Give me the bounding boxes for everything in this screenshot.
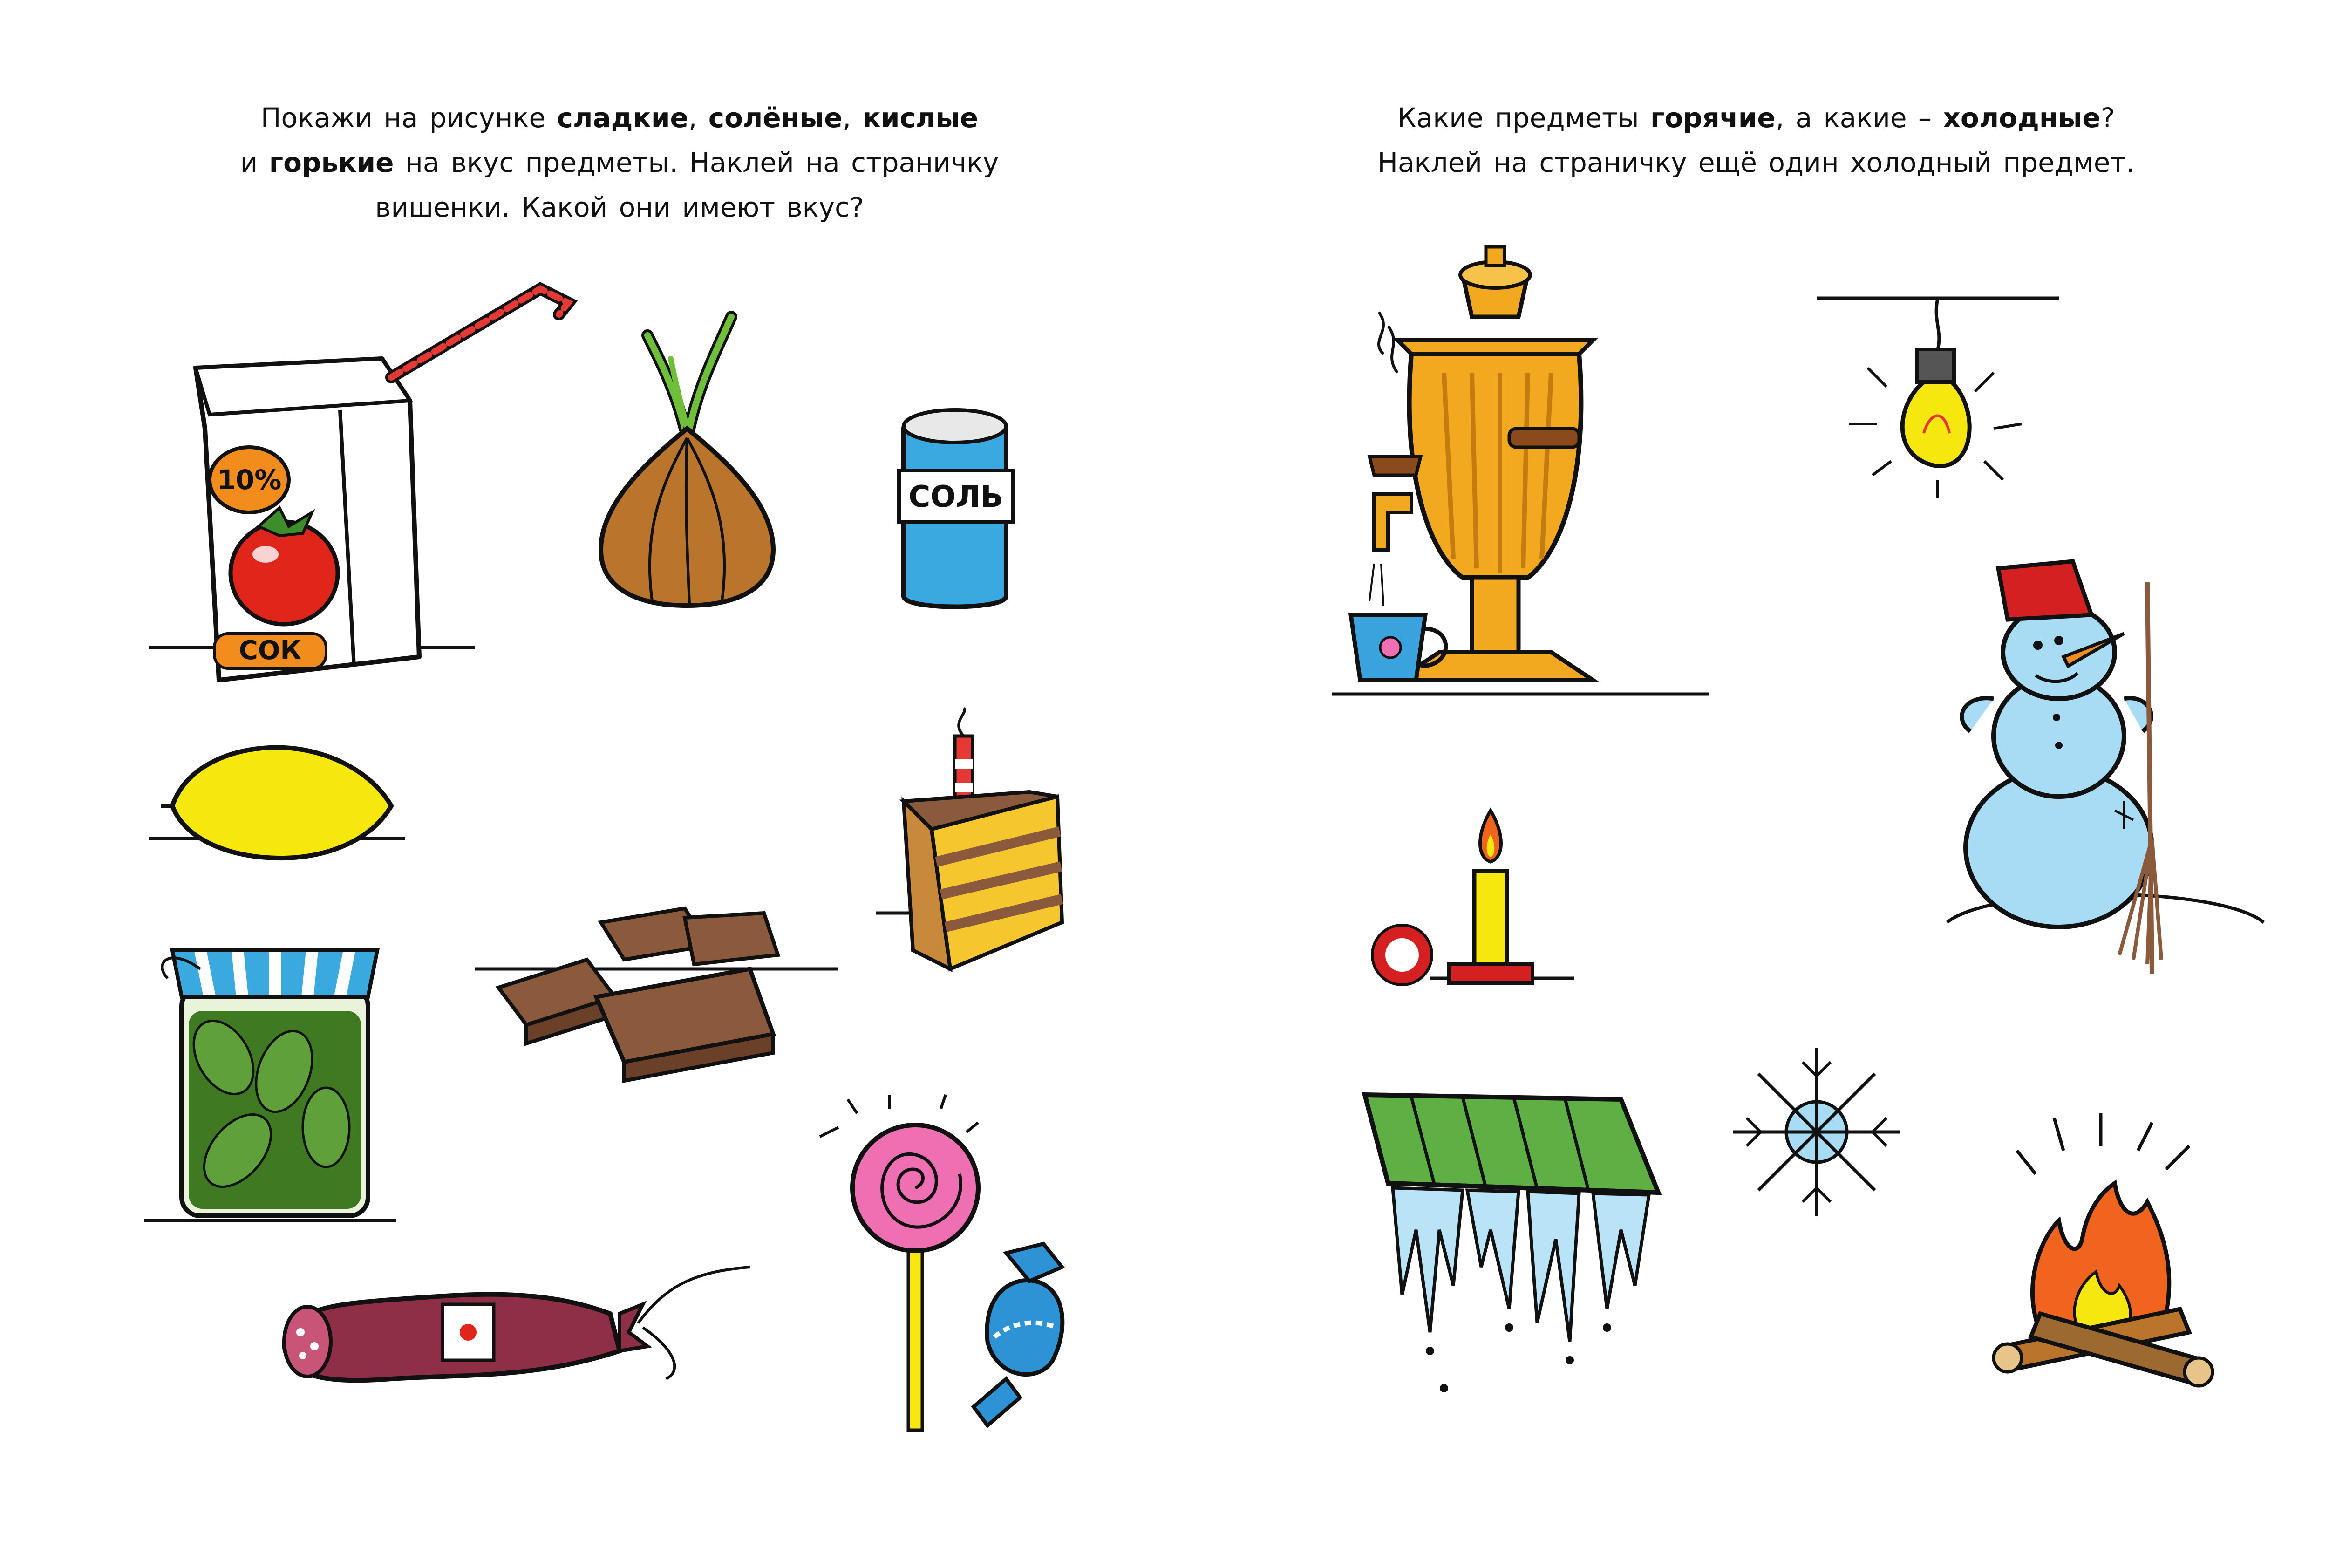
lemon-illustration[interactable] bbox=[144, 736, 405, 866]
samovar-illustration[interactable] bbox=[1332, 233, 1714, 708]
instruction-text: Какие предметы bbox=[1397, 102, 1651, 134]
juice-label: СОК bbox=[239, 635, 301, 666]
instruction-line-1: Покажи на рисунке сладкие, солёные, кисл… bbox=[168, 95, 1071, 140]
instruction-line-2: и горькие на вкус предметы. Наклей на ст… bbox=[168, 140, 1071, 185]
left-page-instruction: Покажи на рисунке сладкие, солёные, кисл… bbox=[168, 95, 1071, 230]
instruction-text: на вкус предметы. Наклей на страничку bbox=[394, 147, 999, 178]
light-bulb-illustration[interactable] bbox=[1817, 293, 2068, 512]
candle-illustration[interactable] bbox=[1365, 783, 1588, 1002]
keyword-cold: холодные bbox=[1943, 102, 2101, 134]
lollipop-and-candy-illustration[interactable] bbox=[810, 1081, 1137, 1439]
snowflake-illustration[interactable] bbox=[1723, 1039, 1910, 1225]
separator: , bbox=[688, 102, 708, 134]
instruction-text: Покажи на рисунке bbox=[260, 102, 557, 134]
cake-slice-illustration[interactable] bbox=[876, 707, 1071, 974]
instruction-text: ? bbox=[2100, 102, 2115, 134]
right-page-instruction: Какие предметы горячие, а какие – холодн… bbox=[1286, 95, 2227, 185]
salt-shaker-illustration[interactable]: СОЛЬ bbox=[885, 401, 1053, 615]
instruction-text: , а какие – bbox=[1775, 102, 1943, 134]
juice-badge: 10% bbox=[217, 464, 282, 496]
keyword-sour: кислые bbox=[862, 102, 979, 134]
keyword-hot: горячие bbox=[1650, 102, 1776, 134]
sausage-illustration[interactable] bbox=[275, 1258, 764, 1407]
onion-illustration[interactable] bbox=[592, 307, 801, 615]
campfire-illustration[interactable] bbox=[1984, 1109, 2227, 1398]
keyword-sweet: сладкие bbox=[557, 102, 688, 134]
chocolate-bars-illustration[interactable] bbox=[475, 904, 848, 1099]
keyword-salty: солёные bbox=[708, 102, 843, 134]
activity-book-spread: Покажи на рисунке сладкие, солёные, кисл… bbox=[0, 0, 2329, 1568]
pickle-jar-illustration[interactable] bbox=[144, 918, 405, 1234]
juice-box-illustration[interactable]: 10% СОК bbox=[140, 275, 582, 694]
instruction-text: и bbox=[240, 147, 269, 178]
instruction-line-3: вишенки. Какой они имеют вкус? bbox=[375, 191, 864, 223]
keyword-bitter: горькие bbox=[269, 147, 394, 178]
icicles-roof-illustration[interactable] bbox=[1360, 1090, 1677, 1407]
snowman-illustration[interactable] bbox=[1938, 559, 2273, 978]
salt-label: СОЛЬ bbox=[908, 480, 1003, 514]
separator: , bbox=[842, 102, 863, 134]
instruction-line-1: Какие предметы горячие, а какие – холодн… bbox=[1286, 95, 2227, 140]
instruction-line-2: Наклей на страничку ещё один холодный пр… bbox=[1377, 147, 2135, 178]
